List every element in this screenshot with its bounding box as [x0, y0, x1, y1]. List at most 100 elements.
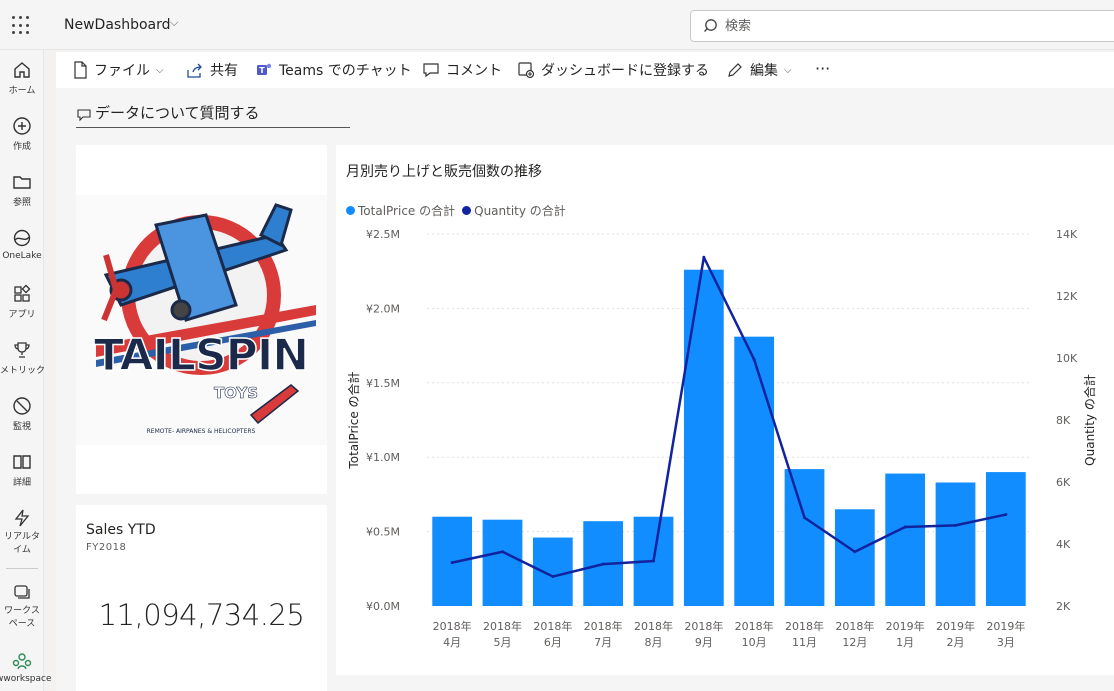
y-left-tick-label: ¥1.0M — [366, 451, 400, 464]
x-tick-label-year: 2018年 — [735, 619, 774, 633]
qa-box[interactable]: データについて質問する — [76, 98, 350, 128]
apps-icon — [14, 284, 31, 302]
chart-point — [1004, 513, 1008, 517]
dashboard-name[interactable]: NewDashboard — [64, 17, 171, 33]
teams-icon: T — [257, 63, 272, 75]
edit-label: 編集 — [750, 63, 778, 79]
nav-learn[interactable]: 詳細 — [0, 451, 44, 488]
nav-label: 参照 — [12, 198, 31, 208]
pin-dashboard-button[interactable]: ダッシュボードに登録する — [517, 60, 709, 80]
nav-label: アプリ — [8, 310, 36, 320]
file-label: ファイル — [94, 63, 150, 79]
chart-bar — [734, 336, 775, 606]
chart-bar — [935, 482, 976, 606]
y-right-tick-label: 6K — [1056, 476, 1071, 489]
logo-tagline: REMOTE- AIRPANES & HELICOPTERS — [147, 428, 256, 435]
nav-label: OneLake — [2, 251, 42, 261]
combo-chart-tile[interactable]: 月別売り上げと販売個数の推移 TotalPrice の合計 Quantity の… — [336, 145, 1114, 675]
nav-realtime[interactable]: リアルタイム — [0, 507, 44, 557]
teams-label: Teams でのチャット — [279, 63, 412, 79]
x-tick-label-year: 2018年 — [584, 619, 623, 633]
x-tick-label-year: 2018年 — [835, 619, 874, 633]
edit-menu[interactable]: 編集 ⌵ — [726, 60, 792, 80]
x-tick-label-month: 10月 — [742, 636, 767, 649]
y-left-tick-label: ¥2.0M — [366, 302, 400, 315]
x-tick-label-month: 7月 — [594, 636, 612, 649]
y-right-tick-label: 8K — [1056, 414, 1071, 427]
teams-chat-button[interactable]: T Teams でのチャット — [255, 60, 412, 80]
y-right-tick-label: 10K — [1056, 352, 1078, 365]
pencil-icon — [728, 63, 742, 77]
x-tick-label-year: 2018年 — [433, 619, 472, 633]
x-tick-label-year: 2018年 — [785, 619, 824, 633]
y-right-tick-label: 12K — [1056, 290, 1078, 303]
search-input[interactable] — [725, 15, 1025, 37]
logo-tile[interactable]: TAILSPIN TOYS REMOTE- AIRPANES & HELICOP… — [76, 145, 327, 494]
nav-label: 詳細 — [12, 478, 31, 488]
nav-onelake[interactable]: OneLake — [0, 227, 44, 261]
monitor-icon — [13, 397, 31, 415]
x-tick-label-month: 11月 — [792, 636, 817, 649]
svg-text:T: T — [259, 66, 265, 75]
y-right-tick-label: 2K — [1056, 600, 1071, 613]
workspaces-icon — [14, 585, 30, 599]
share-button[interactable]: 共有 — [186, 60, 238, 80]
chart-point — [501, 550, 504, 554]
tailspin-logo: TAILSPIN TOYS REMOTE- AIRPANES & HELICOP… — [76, 195, 327, 445]
x-tick-label-month: 1月 — [896, 636, 914, 649]
realtime-icon — [14, 509, 30, 527]
browse-icon — [13, 176, 31, 189]
speech-bubble-icon — [77, 108, 91, 121]
nav-home[interactable]: ホーム — [0, 59, 44, 96]
chart-bar — [784, 469, 825, 606]
comment-label: コメント — [446, 63, 502, 79]
x-tick-label-year: 2019年 — [886, 619, 925, 633]
sales-ytd-tile[interactable]: Sales YTD FY2018 11,094,734.25 — [76, 505, 327, 691]
share-label: 共有 — [210, 63, 238, 79]
file-icon — [74, 61, 87, 79]
chevron-down-icon: ⌵ — [156, 64, 164, 76]
pin-label: ダッシュボードに登録する — [541, 63, 709, 79]
chart-bar — [885, 473, 926, 606]
nav-label: 作成 — [12, 142, 31, 152]
search-box[interactable] — [690, 10, 1114, 42]
x-tick-label-year: 2019年 — [936, 619, 975, 633]
x-tick-label-month: 4月 — [443, 636, 461, 649]
nav-monitor[interactable]: 監視 — [0, 395, 44, 432]
home-icon — [14, 62, 30, 78]
chevron-down-icon: ⌵ — [784, 64, 792, 76]
chart-bar — [683, 269, 724, 606]
share-icon — [187, 63, 202, 78]
chevron-down-icon[interactable]: ⌵ — [170, 16, 178, 30]
comment-button[interactable]: コメント — [422, 60, 502, 80]
chart-point — [853, 550, 857, 554]
nav-browse[interactable]: 参照 — [0, 171, 44, 208]
nav-create[interactable]: 作成 — [0, 115, 44, 152]
combo-chart: ¥0.0M ¥0.5M ¥1.0M ¥1.5M ¥2.0M ¥2.5M 2K 4K 6K 8K 10… — [346, 228, 1097, 649]
chart-point — [903, 525, 907, 529]
chart-point — [803, 516, 806, 520]
chart-bar — [834, 509, 875, 606]
x-tick-label-month: 12月 — [842, 636, 867, 649]
x-tick-label-month: 2月 — [947, 636, 965, 649]
pin-icon — [518, 62, 535, 79]
ytd-subtitle: FY2018 — [86, 542, 127, 553]
y-left-tick-label: ¥0.0M — [366, 600, 400, 613]
chart-point — [601, 562, 605, 566]
file-menu[interactable]: ファイル ⌵ — [72, 60, 164, 80]
x-tick-label-month: 5月 — [494, 636, 512, 649]
workspace-group-icon — [12, 653, 32, 670]
nav-workspaces[interactable]: ワークスペース — [0, 581, 44, 631]
x-tick-label-year: 2018年 — [483, 619, 522, 633]
chart-bar — [482, 519, 523, 606]
more-options-icon[interactable]: ··· — [815, 58, 830, 78]
x-tick-label-month: 8月 — [645, 636, 663, 649]
nav-apps[interactable]: アプリ — [0, 283, 44, 320]
nav-metrics[interactable]: メトリック — [0, 339, 44, 376]
app-launcher-icon[interactable] — [12, 16, 32, 36]
nav-label: メトリック — [0, 366, 44, 376]
nav-current-workspace[interactable]: twworkspace — [0, 650, 52, 684]
chart-point — [652, 559, 655, 563]
ytd-value: 11,094,734.25 — [98, 598, 305, 632]
x-tick-label-year: 2018年 — [684, 619, 723, 633]
